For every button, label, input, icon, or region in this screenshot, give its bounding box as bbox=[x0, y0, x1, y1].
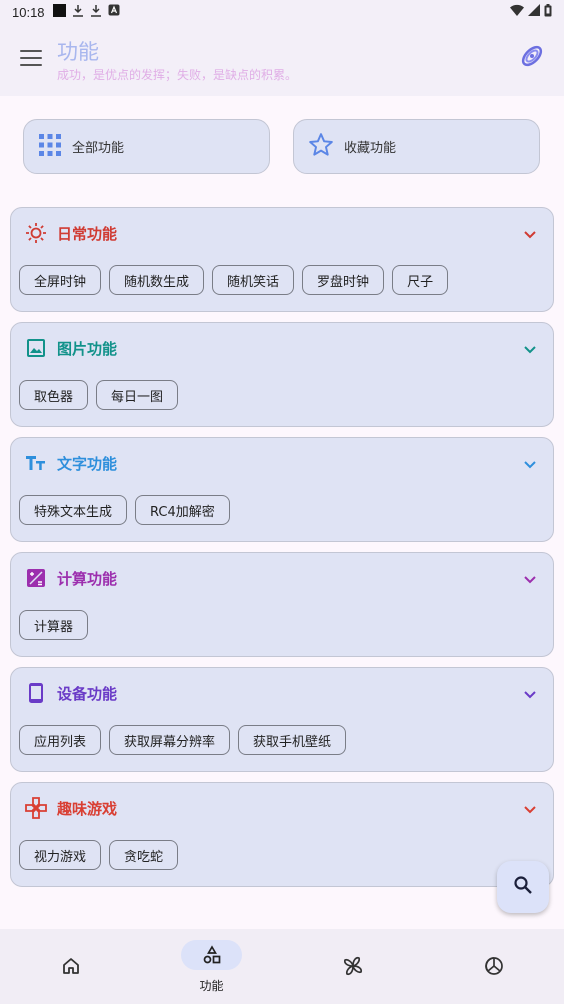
chevron-down-icon[interactable] bbox=[523, 341, 537, 355]
chip-snake[interactable]: 贪吃蛇 bbox=[109, 840, 179, 870]
sun-icon bbox=[25, 222, 47, 244]
nav-functions[interactable]: 功能 bbox=[141, 929, 282, 1004]
star-icon bbox=[308, 132, 334, 162]
image-icon bbox=[25, 337, 47, 359]
status-time: 10:18 bbox=[12, 4, 45, 20]
home-icon bbox=[60, 955, 82, 977]
page-title: 功能 bbox=[57, 40, 99, 64]
menu-icon[interactable] bbox=[20, 50, 42, 68]
section-title: 日常功能 bbox=[57, 224, 118, 243]
download-icon bbox=[72, 4, 84, 21]
chip-screen-resolution[interactable]: 获取屏幕分辨率 bbox=[109, 725, 231, 755]
chip-vision-game[interactable]: 视力游戏 bbox=[19, 840, 102, 870]
category-icon bbox=[201, 944, 223, 966]
section-header[interactable]: 文字功能 bbox=[25, 452, 117, 474]
chip-special-text[interactable]: 特殊文本生成 bbox=[19, 495, 128, 525]
notification-square-icon bbox=[52, 3, 66, 21]
grid-icon bbox=[38, 133, 62, 161]
section-title: 图片功能 bbox=[57, 339, 118, 358]
calculate-icon bbox=[25, 567, 47, 589]
section-title: 文字功能 bbox=[57, 454, 118, 473]
chevron-down-icon[interactable] bbox=[523, 686, 537, 700]
section-header[interactable]: 计算功能 bbox=[25, 567, 117, 589]
nav-home[interactable] bbox=[0, 929, 141, 1004]
section-header[interactable]: 趣味游戏 bbox=[25, 797, 117, 819]
chip-app-list[interactable]: 应用列表 bbox=[19, 725, 102, 755]
chip-daily-image[interactable]: 每日一图 bbox=[96, 380, 179, 410]
page-subtitle: 成功，是优点的发挥；失败，是缺点的积累。 bbox=[57, 68, 298, 82]
phone-icon bbox=[25, 682, 47, 704]
a-icon bbox=[108, 4, 120, 20]
bottom-navigation: 功能 bbox=[0, 929, 564, 1004]
section-title: 趣味游戏 bbox=[57, 799, 118, 818]
chip-color-picker[interactable]: 取色器 bbox=[19, 380, 89, 410]
nav-functions-label: 功能 bbox=[199, 979, 224, 993]
section-games: 趣味游戏 视力游戏 贪吃蛇 bbox=[10, 782, 554, 887]
status-bar: 10:18 bbox=[0, 0, 564, 24]
pinwheel-icon bbox=[342, 955, 364, 977]
favorite-functions-label: 收藏功能 bbox=[344, 141, 397, 156]
chevron-down-icon[interactable] bbox=[523, 226, 537, 240]
chip-wallpaper[interactable]: 获取手机壁纸 bbox=[238, 725, 347, 755]
battery-icon bbox=[544, 3, 552, 21]
app-bar: 功能 成功，是优点的发挥；失败，是缺点的积累。 bbox=[0, 24, 564, 96]
signal-icon bbox=[528, 4, 540, 20]
section-title: 计算功能 bbox=[57, 569, 118, 588]
gamepad-icon bbox=[25, 797, 47, 819]
section-header[interactable]: 日常功能 bbox=[25, 222, 117, 244]
text-fields-icon bbox=[25, 452, 47, 474]
chip-random-number[interactable]: 随机数生成 bbox=[109, 265, 205, 295]
chevron-down-icon[interactable] bbox=[523, 801, 537, 815]
wifi-icon bbox=[510, 4, 524, 20]
chevron-down-icon[interactable] bbox=[523, 456, 537, 470]
chip-calculator[interactable]: 计算器 bbox=[19, 610, 89, 640]
chip-ruler[interactable]: 尺子 bbox=[392, 265, 449, 295]
palette-icon bbox=[483, 955, 505, 977]
section-calc: 计算功能 计算器 bbox=[10, 552, 554, 657]
section-header[interactable]: 图片功能 bbox=[25, 337, 117, 359]
download-icon-2 bbox=[90, 4, 102, 21]
chip-rc4[interactable]: RC4加解密 bbox=[135, 495, 230, 525]
search-icon bbox=[513, 875, 533, 899]
chip-random-joke[interactable]: 随机笑话 bbox=[212, 265, 295, 295]
nav-pinwheel[interactable] bbox=[282, 929, 423, 1004]
theme-rings-icon[interactable] bbox=[518, 42, 546, 70]
all-functions-label: 全部功能 bbox=[72, 141, 125, 156]
chip-compass-clock[interactable]: 罗盘时钟 bbox=[302, 265, 385, 295]
chip-fullscreen-clock[interactable]: 全屏时钟 bbox=[19, 265, 102, 295]
search-fab[interactable] bbox=[497, 861, 549, 913]
section-device: 设备功能 应用列表 获取屏幕分辨率 获取手机壁纸 bbox=[10, 667, 554, 772]
chevron-down-icon[interactable] bbox=[523, 571, 537, 585]
all-functions-button[interactable]: 全部功能 bbox=[23, 119, 270, 174]
section-image: 图片功能 取色器 每日一图 bbox=[10, 322, 554, 427]
section-daily: 日常功能 全屏时钟 随机数生成 随机笑话 罗盘时钟 尺子 bbox=[10, 207, 554, 312]
section-text: 文字功能 特殊文本生成 RC4加解密 bbox=[10, 437, 554, 542]
section-header[interactable]: 设备功能 bbox=[25, 682, 117, 704]
nav-palette[interactable] bbox=[423, 929, 564, 1004]
favorite-functions-button[interactable]: 收藏功能 bbox=[293, 119, 540, 174]
section-title: 设备功能 bbox=[57, 684, 118, 703]
